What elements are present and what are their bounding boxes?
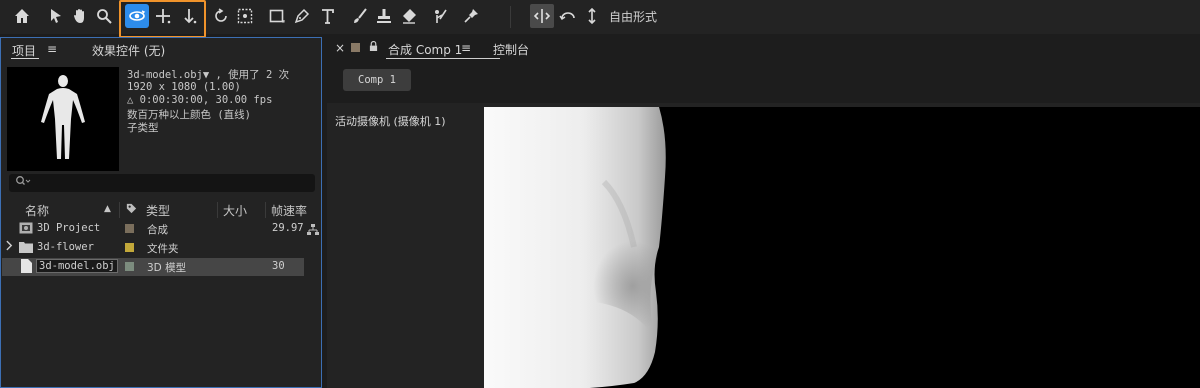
composition-icon [19,222,33,234]
anchor-behind-icon[interactable] [233,4,257,28]
snap-icon[interactable] [530,4,554,28]
flowchart-icon[interactable] [307,224,319,236]
expand-chevron-icon[interactable] [6,240,13,254]
eraser-icon[interactable] [397,4,421,28]
info-duration: △ 0:00:30:00, 30.00 fps [127,94,273,106]
comp-color-swatch [351,43,360,52]
tab-effect-controls[interactable]: 效果控件 (无) [92,42,165,59]
row-type: 合成 [147,224,168,236]
project-panel: 项目 ≡ 效果控件 (无) 3d-model.obj▼ , 使用了 2 次 19… [0,37,322,388]
info-name: 3d-model.obj▼ , 使用了 2 次 [127,69,290,81]
model-thumbnail [7,67,119,171]
col-divider [217,202,218,218]
clone-stamp-icon[interactable] [372,4,396,28]
human-figure-icon [41,75,85,159]
search-icon [15,175,31,190]
file-icon [21,259,32,273]
close-icon[interactable]: × [335,41,345,55]
pen-icon[interactable] [290,4,314,28]
composition-viewport[interactable] [484,107,1200,388]
model-render [484,107,666,388]
toolbar: 自由形式 [0,0,1200,38]
col-type[interactable]: 类型 [146,202,170,218]
composition-tabs: × 合成 Comp 1 ≡ 控制台 [327,37,1200,61]
col-size[interactable]: 大小 [223,202,247,218]
home-icon[interactable] [10,4,34,28]
zoom-icon[interactable] [92,4,116,28]
rotate-icon[interactable] [209,4,233,28]
selection-arrow-icon[interactable] [44,4,68,28]
active-camera-label: 活动摄像机 (摄像机 1) [335,115,446,128]
brush-icon[interactable] [348,4,372,28]
folder-icon [19,242,33,253]
row-name[interactable]: 3d-model.obj [36,259,118,273]
col-fps[interactable]: 帧速率 [271,202,307,218]
col-name[interactable]: 名称 [25,202,49,218]
project-tabs: 项目 ≡ 效果控件 (无) [1,38,321,60]
label-tag-icon[interactable] [125,202,138,218]
col-divider [119,202,120,218]
row-name: 3D Project [37,222,101,234]
hand-icon[interactable] [68,4,92,28]
lock-icon[interactable] [369,40,378,55]
info-resolution: 1920 x 1080 (1.00) [127,81,241,93]
comp-breadcrumb-button[interactable]: Comp 1 [343,69,411,91]
composition-panel: × 合成 Comp 1 ≡ 控制台 Comp 1 活动摄像机 (摄像机 1) [327,37,1200,388]
tab-menu-icon[interactable]: ≡ [47,42,57,56]
table-row-selected[interactable]: 3d-model.obj 3D 模型 30 [2,258,304,276]
row-type: 3D 模型 [147,262,187,274]
extend-icon[interactable] [556,4,580,28]
tab-underline [386,58,500,59]
col-divider [265,202,266,218]
roto-brush-icon[interactable] [429,4,453,28]
pan-camera-icon[interactable] [151,4,175,28]
row-name: 3d-flower [37,241,94,253]
tab-underline [11,58,39,59]
sort-asc-icon[interactable]: ▲ [104,204,111,220]
rectangle-icon[interactable] [265,4,289,28]
row-type: 文件夹 [147,243,179,255]
arrows-icon[interactable] [580,4,604,28]
row-fps: 29.97 [272,222,304,234]
toolbar-separator [510,6,511,28]
tab-composition[interactable]: 合成 Comp 1 [388,41,462,58]
table-row[interactable]: 3D Project 合成 29.97 [2,220,304,238]
tab-project[interactable]: 项目 [12,42,36,59]
row-fps: 30 [272,260,285,272]
project-search-input[interactable] [9,174,315,192]
dolly-camera-icon[interactable] [177,4,201,28]
orbit-camera-icon[interactable] [125,4,149,28]
tab-console[interactable]: 控制台 [493,41,529,58]
info-subtype: 子类型 [127,122,159,134]
label-swatch [125,224,134,233]
mode-label[interactable]: 自由形式 [609,8,657,25]
label-swatch [125,243,134,252]
tab-menu-icon[interactable]: ≡ [461,41,471,55]
puppet-pin-icon[interactable] [459,4,483,28]
label-swatch [125,262,134,271]
table-row[interactable]: 3d-flower 文件夹 [2,239,304,257]
type-icon[interactable] [316,4,340,28]
